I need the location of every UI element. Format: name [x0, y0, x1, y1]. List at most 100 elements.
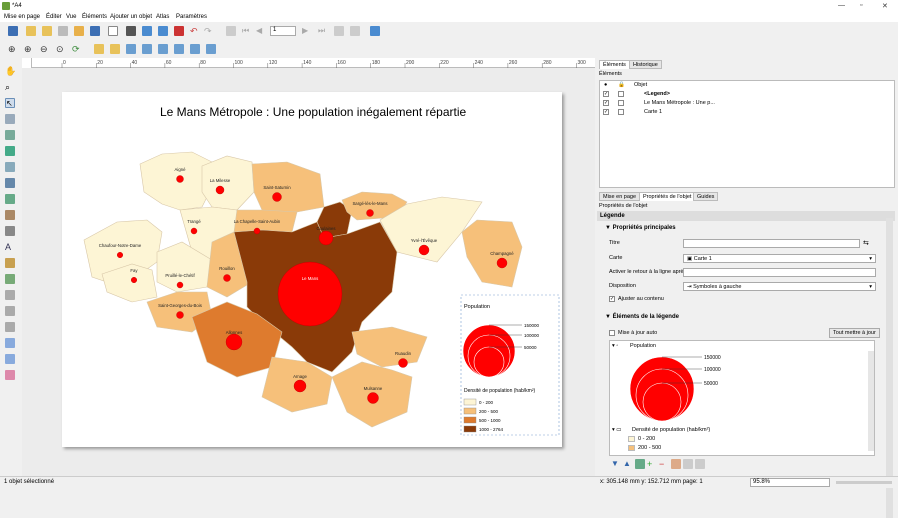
add-arrow-icon[interactable]: [5, 290, 15, 300]
legend-items-section[interactable]: ▼ Éléments de la légende: [605, 314, 679, 320]
disposition-select[interactable]: ⇥ Symboles à gauche ▾: [683, 282, 876, 291]
tab-historique[interactable]: Historique: [629, 60, 662, 69]
add-scalebar-icon[interactable]: [5, 226, 15, 236]
move-up-icon[interactable]: ▲: [623, 459, 633, 469]
retour-input[interactable]: [683, 268, 876, 277]
item-lock-checkbox[interactable]: [618, 100, 624, 106]
menu-ajouter-objet[interactable]: Ajouter un objet: [110, 14, 152, 20]
legend-item[interactable]: Population 150000 100000 50000 Densité de …: [460, 294, 560, 436]
zoom-in-icon[interactable]: ⊕: [24, 44, 34, 54]
tout-mettre-a-jour-button[interactable]: Tout mettre à jour: [829, 328, 880, 338]
zoom-input[interactable]: 95.8%: [750, 478, 830, 487]
add-picture-icon[interactable]: [5, 178, 15, 188]
first-feature-icon[interactable]: ⏮: [242, 26, 252, 36]
tab-mise-en-page[interactable]: Mise en page: [599, 192, 641, 201]
last-feature-icon[interactable]: ⏭: [318, 26, 328, 36]
tab-guides[interactable]: Guides: [693, 192, 719, 201]
add-item-icon[interactable]: +: [647, 459, 657, 469]
align-left-icon[interactable]: [126, 44, 136, 54]
props-scrollbar[interactable]: [886, 218, 893, 518]
zoom-out-icon[interactable]: ⊖: [40, 44, 50, 54]
add-shape-icon[interactable]: [5, 258, 15, 268]
edit-nodes-icon[interactable]: [5, 130, 15, 140]
item-lock-checkbox[interactable]: [618, 91, 624, 97]
atlas-settings-icon[interactable]: [370, 26, 380, 36]
add-marker-icon[interactable]: [5, 274, 15, 284]
titre-input[interactable]: [683, 239, 860, 248]
edit-item-icon[interactable]: [671, 459, 681, 469]
item-visible-checkbox[interactable]: ✓: [603, 91, 609, 97]
legend-tree[interactable]: ▾ ◦ Population 150000 100000 50000 ▾ ▭ Den…: [609, 340, 875, 456]
print-atlas-icon[interactable]: [334, 26, 344, 36]
maj-auto-checkbox[interactable]: [609, 330, 615, 336]
tab-elements[interactable]: Éléments: [599, 60, 630, 69]
add-elevation-icon[interactable]: [5, 370, 15, 380]
export-pdf-icon[interactable]: [174, 26, 184, 36]
item-title-label[interactable]: Le Mans Métropole : Une p...: [644, 100, 715, 106]
tree-class-label[interactable]: 0 - 200: [638, 436, 655, 442]
menu-editer[interactable]: Éditer: [46, 14, 62, 20]
prev-feature-icon[interactable]: ◀: [256, 26, 266, 36]
resize-icon[interactable]: [174, 44, 184, 54]
redo-icon[interactable]: ↷: [204, 26, 214, 36]
tree-scrollbar[interactable]: [868, 351, 874, 451]
main-props-section[interactable]: ▼ Propriétés principales: [605, 225, 676, 231]
lower-item-icon[interactable]: [110, 44, 120, 54]
map-item[interactable]: Aigné La Milesse Saint-Saturnin Trangé La Ch…: [62, 92, 562, 447]
distribute-icon[interactable]: [158, 44, 168, 54]
maximize-icon[interactable]: ▫: [860, 2, 862, 9]
expression-icon[interactable]: ⇆: [863, 239, 869, 247]
menu-atlas[interactable]: Atlas: [156, 14, 169, 20]
ungroup-icon[interactable]: [206, 44, 216, 54]
tree-density[interactable]: Densité de population (hab/km²): [632, 427, 710, 433]
zoom-slider[interactable]: [836, 481, 892, 484]
ajuster-checkbox[interactable]: ✓: [609, 296, 615, 302]
add-polygon-icon[interactable]: [5, 306, 15, 316]
zoom-actual-icon[interactable]: ⊙: [56, 44, 66, 54]
carte-select[interactable]: ▣ Carte 1 ▾: [683, 254, 876, 263]
add-3d-map-icon[interactable]: [5, 162, 15, 172]
add-label-icon[interactable]: A: [5, 242, 15, 252]
page-number-input[interactable]: 1: [270, 26, 296, 36]
layout-manager-icon[interactable]: [58, 26, 68, 36]
align-center-icon[interactable]: [142, 44, 152, 54]
atlas-icon[interactable]: [226, 26, 236, 36]
pan-icon[interactable]: ✋: [5, 66, 16, 76]
item-visible-checkbox[interactable]: ✓: [603, 100, 609, 106]
tab-proprietes-objet[interactable]: Propriétés de l'objet: [639, 192, 696, 201]
zoom-full-icon[interactable]: ⊕: [8, 44, 18, 54]
remove-item-icon[interactable]: −: [659, 459, 669, 469]
move-down-icon[interactable]: ▼: [611, 459, 621, 469]
undo-icon[interactable]: ↶: [190, 26, 200, 36]
save-template-icon[interactable]: [90, 26, 100, 36]
item-legend[interactable]: <Legend>: [644, 91, 670, 97]
add-legend-icon[interactable]: [5, 210, 15, 220]
menu-parametres[interactable]: Paramètres: [176, 14, 207, 20]
raise-item-icon[interactable]: [94, 44, 104, 54]
export-svg-icon[interactable]: [158, 26, 168, 36]
menu-elements[interactable]: Éléments: [82, 14, 107, 20]
count-icon[interactable]: [683, 459, 693, 469]
group-icon[interactable]: [190, 44, 200, 54]
close-icon[interactable]: ✕: [882, 2, 888, 10]
move-content-icon[interactable]: [5, 114, 15, 124]
item-lock-checkbox[interactable]: [618, 109, 624, 115]
page-icon[interactable]: [108, 26, 118, 36]
add-polyline-icon[interactable]: [5, 322, 15, 332]
refresh-icon[interactable]: ⟳: [72, 44, 82, 54]
zoom-tool-icon[interactable]: ⌕: [5, 82, 15, 92]
tree-expand-icon[interactable]: ▾ ▭: [612, 427, 622, 433]
duplicate-icon[interactable]: [42, 26, 52, 36]
item-map[interactable]: Carte 1: [644, 109, 662, 115]
add-html-icon[interactable]: [5, 194, 15, 204]
filter-icon[interactable]: [695, 459, 705, 469]
menu-vue[interactable]: Vue: [66, 14, 76, 20]
item-visible-checkbox[interactable]: ✓: [603, 109, 609, 115]
add-table-icon[interactable]: [5, 338, 15, 348]
print-icon[interactable]: [126, 26, 136, 36]
next-feature-icon[interactable]: ▶: [302, 26, 312, 36]
add-group-icon[interactable]: [635, 459, 645, 469]
save-icon[interactable]: [8, 26, 18, 36]
add-fixed-table-icon[interactable]: [5, 354, 15, 364]
menu-mise-en-page[interactable]: Mise en page: [4, 14, 40, 20]
